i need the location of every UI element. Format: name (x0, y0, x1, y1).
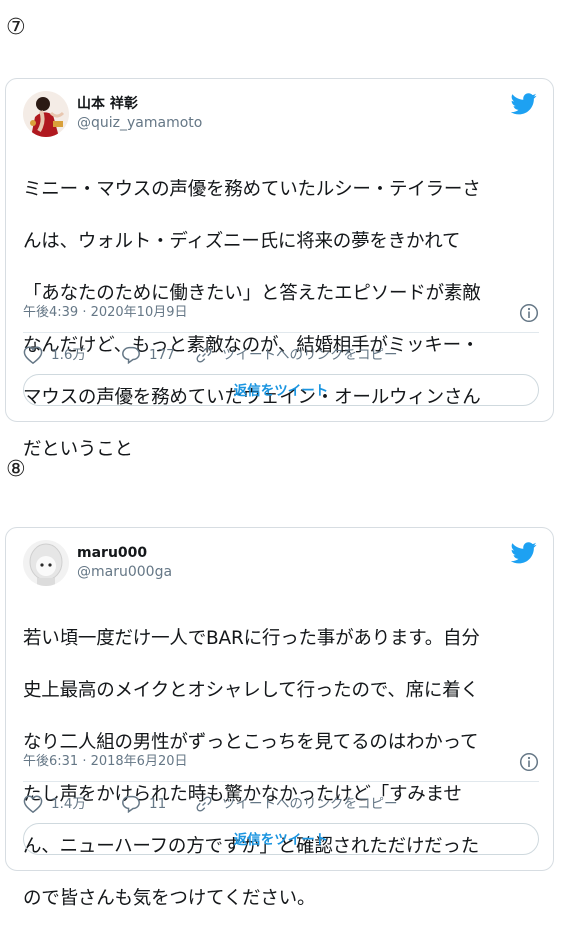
copy-link-button[interactable]: ツイートへのリンクをコピー (194, 343, 398, 367)
tweet-header: 山本 祥彰 @quiz_yamamoto (23, 91, 539, 141)
reply-button[interactable]: 返信をツイート (23, 823, 539, 855)
reply-count-button[interactable]: 11 (121, 792, 166, 816)
user-handle[interactable]: @quiz_yamamoto (77, 113, 202, 133)
avatar[interactable] (23, 91, 69, 137)
tweet-text-line: 史上最高のメイクとオシャレして行ったので、席に着く (23, 680, 479, 701)
section-number-7: ⑦ (6, 15, 26, 40)
tweet-header: maru000 @maru000ga (23, 540, 539, 590)
section-number-8: ⑧ (6, 457, 26, 482)
tweet-actions: 1.4万 11 ツイートへのリンクをコピー (23, 792, 539, 816)
info-icon[interactable] (519, 752, 539, 772)
like-count: 1.4万 (51, 796, 86, 812)
copy-link-label: ツイートへのリンクをコピー (222, 796, 398, 812)
heart-icon (23, 346, 43, 364)
user-name[interactable]: 山本 祥彰 (77, 95, 202, 113)
reply-bubble-icon (122, 346, 140, 364)
tweet-text-line: だということ (23, 439, 133, 460)
link-icon (196, 796, 212, 812)
tweet-card-7: 山本 祥彰 @quiz_yamamoto ミニー・マウスの声優を務めていたルシー… (5, 78, 554, 460)
tweet-text-line: ミニー・マウスの声優を務めていたルシー・テイラーさ (23, 179, 481, 200)
tweet-meta: 午後6:31 · 2018年6月20日 (23, 751, 539, 773)
reply-bubble-icon (122, 795, 140, 813)
tweet-text-line: 若い頃一度だけ一人でBARに行った事があります。自分 (23, 628, 480, 649)
reply-count-button[interactable]: 177 (121, 343, 175, 367)
heart-icon (23, 795, 43, 813)
info-icon[interactable] (519, 303, 539, 323)
user-name[interactable]: maru000 (77, 544, 172, 562)
link-icon (196, 347, 212, 363)
tweet-text-line: んは、ウォルト・ディズニー氏に将来の夢をきかれて (23, 231, 461, 252)
reply-count: 177 (149, 347, 175, 363)
copy-link-button[interactable]: ツイートへのリンクをコピー (194, 792, 398, 816)
twitter-bird-icon[interactable] (511, 93, 537, 115)
avatar[interactable] (23, 540, 69, 586)
divider (23, 332, 539, 333)
timestamp[interactable]: 午後4:39 · 2020年10月9日 (23, 305, 188, 320)
user-info: maru000 @maru000ga (77, 544, 172, 582)
copy-link-label: ツイートへのリンクをコピー (222, 347, 398, 363)
tweet-actions: 1.6万 177 ツイートへのリンクをコピー (23, 343, 539, 367)
user-info: 山本 祥彰 @quiz_yamamoto (77, 95, 202, 133)
tweet-text-line: ので皆さんも気をつけてください。 (23, 888, 316, 909)
reply-button[interactable]: 返信をツイート (23, 374, 539, 406)
tweet-card-8: maru000 @maru000ga 若い頃一度だけ一人でBARに行った事があり… (5, 527, 554, 909)
like-button[interactable]: 1.4万 (23, 792, 86, 816)
tweet-meta: 午後4:39 · 2020年10月9日 (23, 302, 539, 324)
like-button[interactable]: 1.6万 (23, 343, 86, 367)
reply-count: 11 (149, 796, 167, 812)
timestamp[interactable]: 午後6:31 · 2018年6月20日 (23, 754, 188, 769)
divider (23, 781, 539, 782)
user-handle[interactable]: @maru000ga (77, 562, 172, 582)
twitter-bird-icon[interactable] (511, 542, 537, 564)
like-count: 1.6万 (51, 347, 86, 363)
